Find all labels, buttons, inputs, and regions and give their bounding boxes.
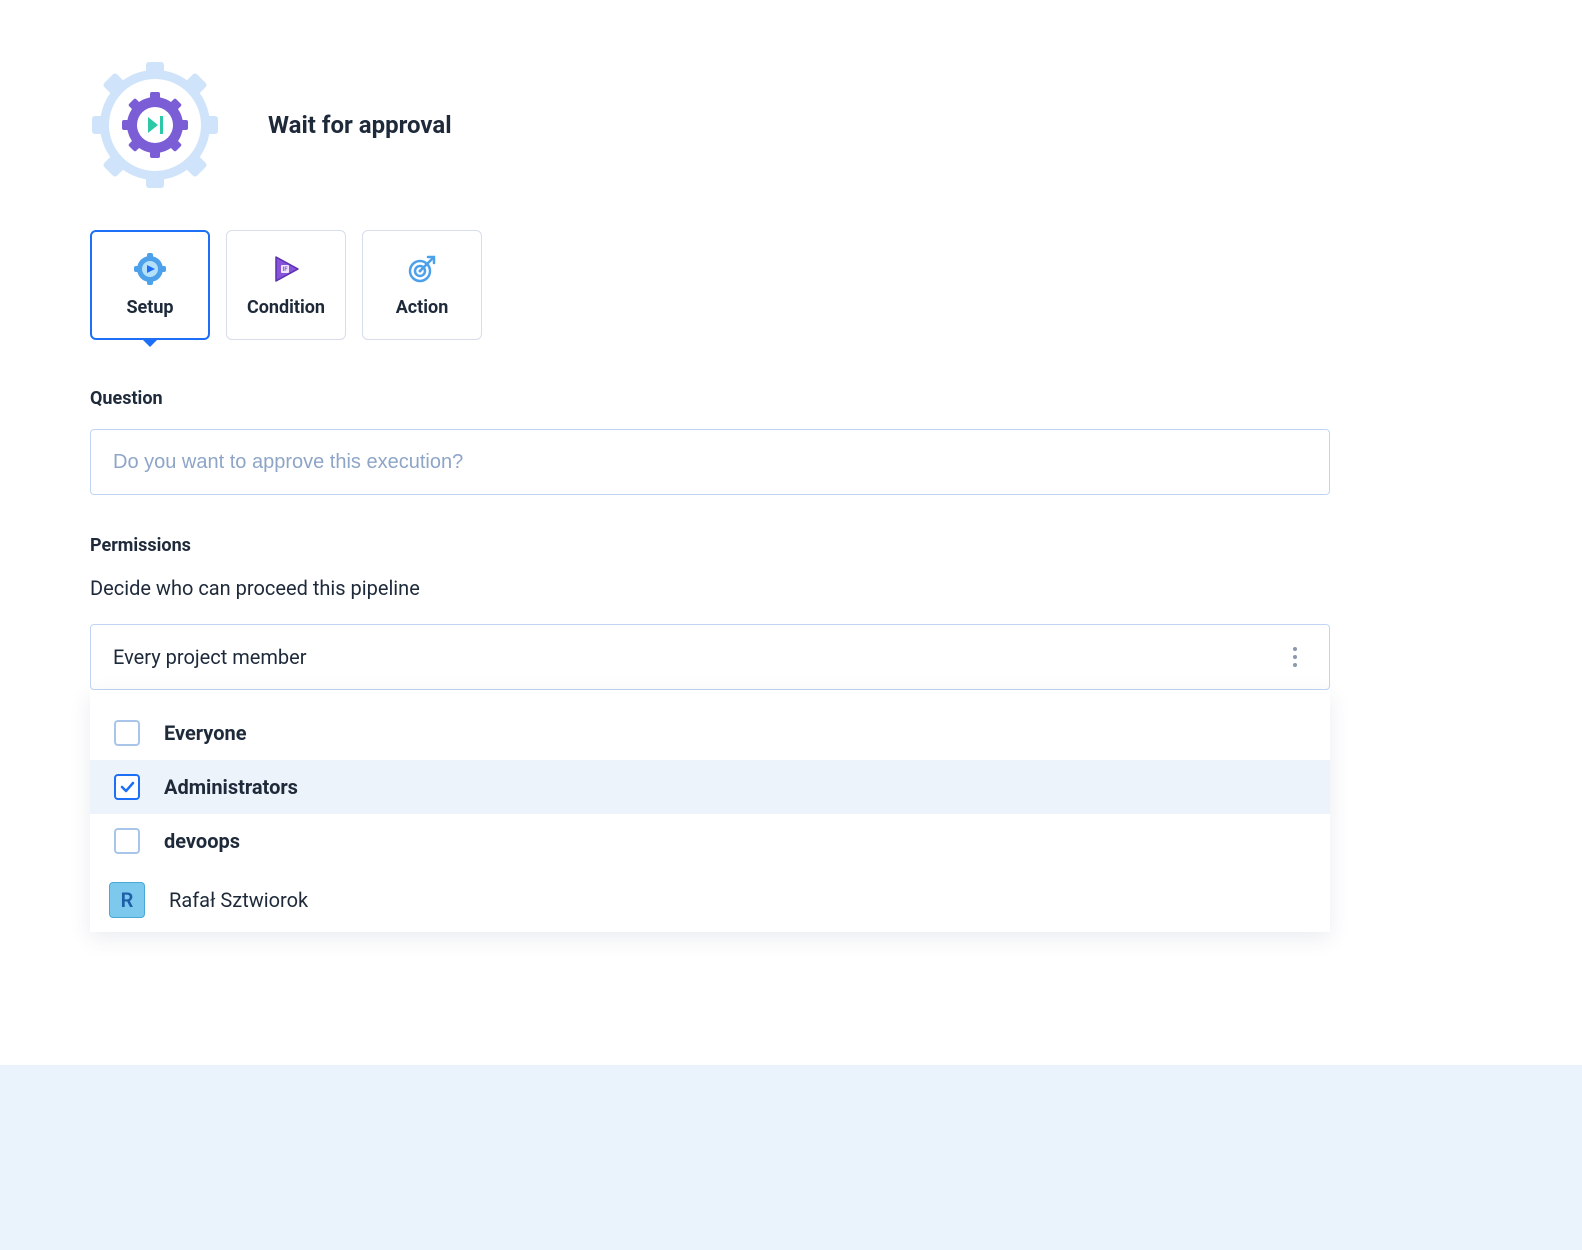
question-section: Question: [90, 388, 1330, 535]
option-label: Everyone: [164, 721, 247, 745]
action-target-icon: [406, 253, 438, 285]
permissions-label: Permissions: [90, 535, 1330, 556]
permissions-option-user-rafal[interactable]: R Rafał Sztwiorok: [90, 868, 1330, 932]
permissions-select[interactable]: Every project member: [90, 624, 1330, 690]
page-container: Wait for approval Setup: [0, 0, 1420, 932]
user-avatar: R: [109, 882, 145, 918]
tabs: Setup IF Condition: [90, 230, 1330, 340]
tab-setup-label: Setup: [126, 297, 173, 318]
tab-action[interactable]: Action: [362, 230, 482, 340]
question-input[interactable]: [90, 429, 1330, 495]
setup-gear-icon: [134, 253, 166, 285]
tab-action-label: Action: [396, 297, 449, 318]
checkbox-devoops[interactable]: [114, 828, 140, 854]
permissions-section: Permissions Decide who can proceed this …: [90, 535, 1330, 932]
condition-play-icon: IF: [270, 253, 302, 285]
header: Wait for approval: [90, 60, 1330, 190]
question-label: Question: [90, 388, 1330, 409]
option-label: Administrators: [164, 775, 298, 799]
tab-setup[interactable]: Setup: [90, 230, 210, 340]
checkbox-administrators[interactable]: [114, 774, 140, 800]
permissions-dropdown: Everyone Administrators devoops R Rafał …: [90, 690, 1330, 932]
header-gear-icon: [90, 60, 220, 190]
permissions-option-everyone[interactable]: Everyone: [90, 706, 1330, 760]
permissions-option-devoops[interactable]: devoops: [90, 814, 1330, 868]
checkbox-everyone[interactable]: [114, 720, 140, 746]
permissions-description: Decide who can proceed this pipeline: [90, 576, 1330, 600]
option-label: devoops: [164, 829, 240, 853]
page-title: Wait for approval: [268, 111, 452, 139]
permissions-select-value: Every project member: [113, 645, 307, 669]
bottom-background: [0, 1065, 1582, 1250]
more-vertical-icon: [1283, 645, 1307, 669]
permissions-option-administrators[interactable]: Administrators: [90, 760, 1330, 814]
option-label: Rafał Sztwiorok: [169, 888, 308, 912]
tab-condition-label: Condition: [247, 297, 325, 318]
svg-text:IF: IF: [282, 266, 288, 273]
tab-condition[interactable]: IF Condition: [226, 230, 346, 340]
